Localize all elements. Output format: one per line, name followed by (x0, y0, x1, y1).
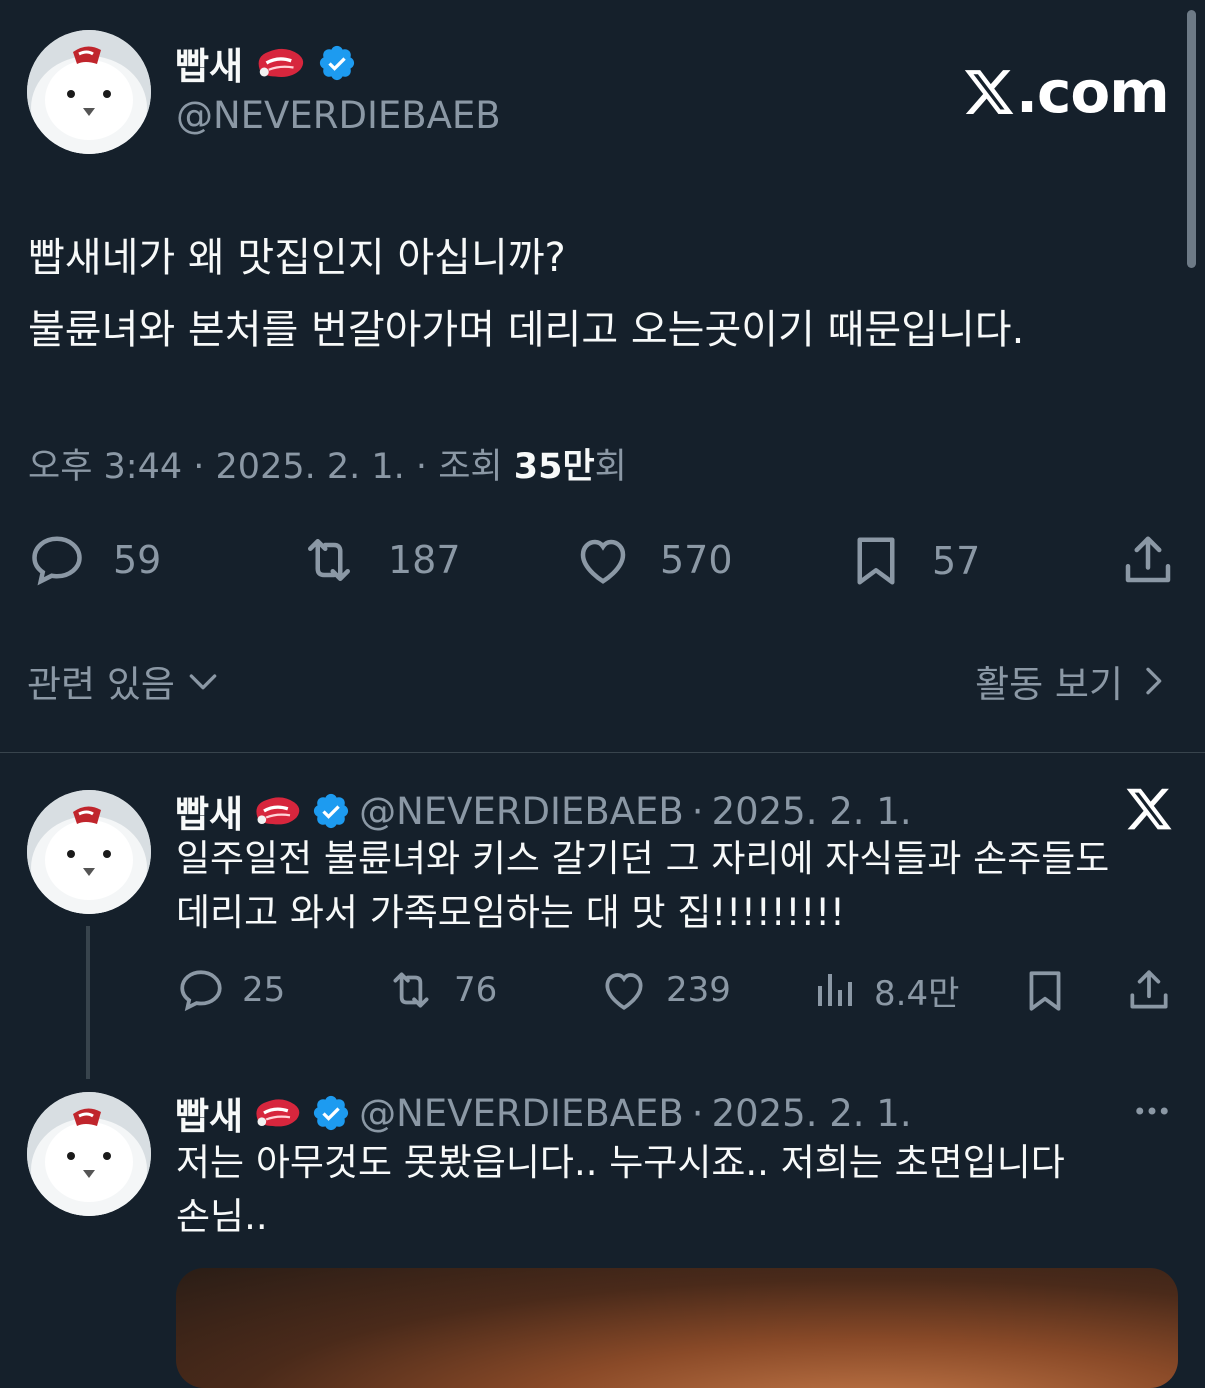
avatar-image (27, 1092, 151, 1216)
retweet-icon (296, 530, 362, 590)
tweet-line: 데리고 와서 가족모임하는 대 맛 집!!!!!!!!! (176, 891, 845, 934)
reply-button[interactable]: 59 (27, 530, 161, 590)
views-chart-icon (810, 965, 858, 1015)
views-count: 8.4만 (874, 973, 960, 1014)
tweet-line: 일주일전 불륜녀와 키스 갈기던 그 자리에 자식들과 손주들도 (176, 837, 1110, 880)
tweet-line: 빱새네가 왜 맛집인지 아십니까? (28, 235, 566, 281)
meat-emoji-icon (251, 793, 303, 829)
reply-button[interactable]: 25 (176, 965, 285, 1015)
main-avatar[interactable] (27, 30, 151, 154)
reply1-text: 일주일전 불륜녀와 키스 갈기던 그 자리에 자식들과 손주들도 데리고 와서 … (176, 832, 1109, 940)
verified-badge-icon (311, 1093, 351, 1133)
main-tweet-text: 빱새네가 왜 맛집인지 아십니까? 불륜녀와 본처를 번갈아가며 데리고 오는곳… (28, 222, 1024, 366)
share-icon (1118, 530, 1178, 590)
main-author-row[interactable]: 빱새 (175, 36, 357, 90)
x-logo-icon (1124, 784, 1174, 834)
reply2-text: 저는 아무것도 못봤읍니다.. 누구시죠.. 저희는 초면입니다 손님.. (176, 1136, 1065, 1244)
tweet-line: 손님.. (176, 1195, 268, 1238)
reply-count: 59 (113, 538, 162, 582)
bookmark-count: 57 (932, 539, 981, 583)
like-button[interactable]: 239 (598, 965, 731, 1015)
share-icon (1124, 965, 1174, 1015)
tweet-meta: 오후 3:44 · 2025. 2. 1. · 조회 35만회 (28, 438, 627, 489)
retweet-count: 76 (454, 970, 498, 1010)
views-count: 35만 (513, 447, 595, 487)
heart-icon (572, 530, 634, 590)
avatar-image (27, 790, 151, 914)
retweet-count: 187 (388, 538, 461, 582)
meta-separator: · (691, 1091, 704, 1135)
tweet-date[interactable]: 2025. 2. 1. (216, 447, 405, 487)
scrollbar[interactable] (1187, 10, 1196, 268)
reply2-date[interactable]: 2025. 2. 1. (712, 1092, 912, 1135)
section-divider (0, 752, 1205, 753)
bookmark-button[interactable]: 57 (846, 530, 980, 592)
reply-icon (27, 530, 87, 590)
reply1-avatar[interactable] (27, 790, 151, 914)
reply2-media-image[interactable] (176, 1268, 1178, 1388)
view-activity-link[interactable]: 활동 보기 (975, 654, 1173, 708)
reply2-author-name[interactable]: 빱새 (175, 1086, 243, 1140)
retweet-icon (384, 965, 438, 1015)
reply2-header: 빱새 @NEVERDIEBAEB · 2025. 2. 1. (175, 1086, 912, 1140)
x-com-watermark: .com (962, 58, 1170, 126)
chevron-right-icon (1133, 661, 1173, 701)
views-label: 조회 (438, 447, 503, 487)
x-logo-icon (962, 65, 1016, 119)
reply-icon (176, 965, 226, 1015)
tweet-line: 저는 아무것도 못봤읍니다.. 누구시죠.. 저희는 초면입니다 (176, 1141, 1065, 1184)
main-action-bar: 59 187 570 57 (0, 530, 1205, 590)
like-count: 570 (660, 538, 733, 582)
reply2-author-handle[interactable]: @NEVERDIEBAEB (359, 1092, 684, 1135)
views-suffix: 회 (594, 447, 627, 487)
main-author-handle[interactable]: @NEVERDIEBAEB (176, 94, 501, 137)
heart-icon (598, 965, 650, 1015)
bookmark-icon (846, 530, 906, 592)
like-count: 239 (666, 970, 731, 1010)
reply1-author-name[interactable]: 빱새 (175, 784, 243, 838)
reply2-avatar[interactable] (27, 1092, 151, 1216)
share-button[interactable] (1118, 530, 1178, 590)
related-toggle[interactable]: 관련 있음 (27, 654, 223, 708)
activity-label: 활동 보기 (975, 663, 1123, 706)
reply-count: 25 (242, 970, 286, 1010)
meat-emoji-icon (251, 1095, 303, 1131)
meta-separator: · (193, 447, 216, 487)
more-options-icon[interactable] (1128, 1090, 1176, 1132)
bookmark-icon (1020, 965, 1070, 1017)
share-button[interactable] (1124, 965, 1174, 1015)
reply1-date[interactable]: 2025. 2. 1. (712, 790, 912, 833)
retweet-button[interactable]: 76 (384, 965, 497, 1015)
verified-badge-icon (311, 791, 351, 831)
views-button[interactable]: 8.4만 (810, 965, 959, 1015)
reply1-action-bar: 25 76 239 8.4만 (0, 965, 1205, 1015)
retweet-button[interactable]: 187 (296, 530, 461, 590)
meta-separator: · (691, 789, 704, 833)
meta-separator: · (415, 447, 439, 487)
brand-label: .com (1016, 58, 1170, 126)
related-label: 관련 있음 (27, 663, 175, 706)
meat-emoji-icon (253, 45, 307, 81)
tweet-line: 불륜녀와 본처를 번갈아가며 데리고 오는곳이기 때문입니다. (28, 307, 1025, 353)
verified-badge-icon (317, 43, 357, 83)
tweet-time[interactable]: 오후 3:44 (28, 447, 182, 487)
reply1-header: 빱새 @NEVERDIEBAEB · 2025. 2. 1. (175, 784, 912, 838)
avatar-image (27, 30, 151, 154)
chevron-down-icon (183, 661, 223, 701)
main-author-name: 빱새 (175, 45, 244, 88)
bookmark-button[interactable] (1020, 965, 1070, 1017)
reply1-author-handle[interactable]: @NEVERDIEBAEB (359, 790, 684, 833)
like-button[interactable]: 570 (572, 530, 733, 590)
